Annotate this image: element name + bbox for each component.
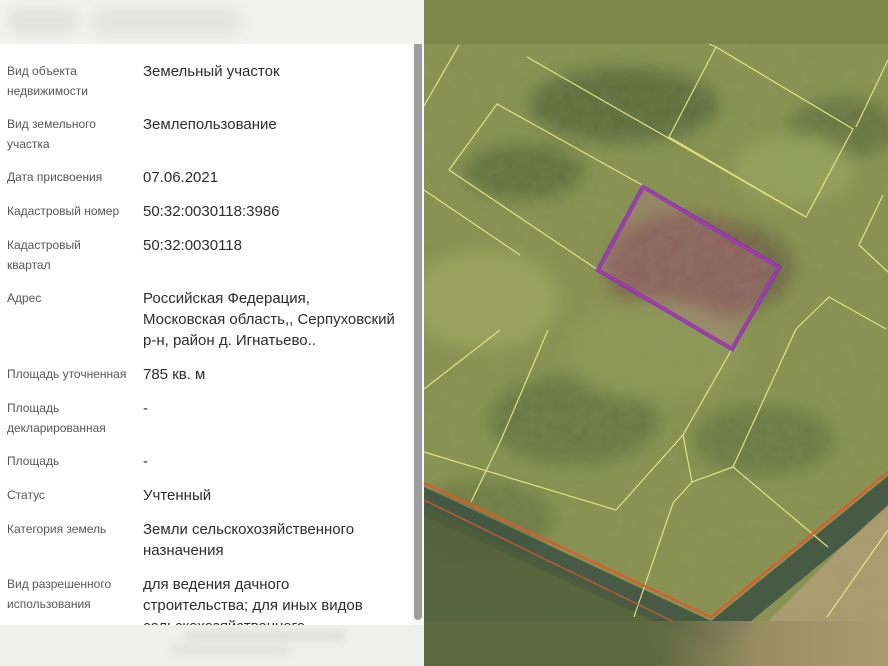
info-row: Адрес Российская Федерация, Московская о…: [7, 288, 412, 351]
parcel-info-panel: Вид объекта недвижимости Земельный участ…: [0, 42, 412, 625]
blurred-ui-element: [185, 631, 345, 641]
blurred-footer-right: [424, 621, 888, 666]
info-row-label: Кадастровый номер: [7, 201, 127, 221]
info-row-value: -: [143, 398, 395, 419]
info-row: Дата присвоения 07.06.2021: [7, 167, 412, 188]
blurred-ui-element: [170, 645, 290, 655]
info-row: Кадастровый квартал 50:32:0030118: [7, 235, 412, 275]
info-row: Площадь уточненная 785 кв. м: [7, 364, 412, 385]
info-row-label: Вид земельного участка: [7, 114, 127, 154]
cadastral-map-app: Вид объекта недвижимости Земельный участ…: [0, 0, 888, 666]
blurred-ui-element: [8, 8, 78, 34]
info-row-value: 50:32:0030118: [143, 235, 395, 256]
info-row-value: 785 кв. м: [143, 364, 395, 385]
info-row: Вид земельного участка Землепользование: [7, 114, 412, 154]
info-row-value: Земли сельскохозяйственного назначения: [143, 519, 395, 561]
info-row-label: Площадь декларированная: [7, 398, 127, 438]
info-row: Кадастровый номер 50:32:0030118:3986: [7, 201, 412, 222]
info-row: Категория земель Земли сельскохозяйствен…: [7, 519, 412, 561]
info-row-value: 07.06.2021: [143, 167, 395, 188]
parcel-info-rows: Вид объекта недвижимости Земельный участ…: [7, 61, 412, 625]
blurred-toolbar-right: [424, 0, 888, 44]
map-canvas[interactable]: [424, 0, 888, 666]
info-row: Статус Учтенный: [7, 485, 412, 506]
info-row-value: Российская Федерация, Московская область…: [143, 288, 395, 351]
info-row-label: Вид объекта недвижимости: [7, 61, 127, 101]
info-row-label: Площадь уточненная: [7, 364, 127, 384]
info-row-label: Вид разрешенного использования: [7, 574, 127, 614]
info-row-value: -: [143, 451, 395, 472]
info-row-label: Кадастровый квартал: [7, 235, 127, 275]
info-row-value: Учтенный: [143, 485, 395, 506]
info-row-value: 50:32:0030118:3986: [143, 201, 395, 222]
blurred-toolbar-left: [0, 0, 424, 44]
panel-scrollbar[interactable]: [412, 42, 424, 625]
blurred-footer-left: [0, 625, 424, 666]
info-row: Вид разрешенного использования для веден…: [7, 574, 412, 625]
info-row: Площадь декларированная -: [7, 398, 412, 438]
info-row: Вид объекта недвижимости Земельный участ…: [7, 61, 412, 101]
info-row-value: для ведения дачного строительства; для и…: [143, 574, 395, 625]
blurred-ui-element: [92, 6, 242, 36]
info-row-label: Категория земель: [7, 519, 127, 539]
info-row-value: Землепользование: [143, 114, 395, 135]
panel-scrollbar-thumb[interactable]: [414, 42, 422, 620]
info-row-label: Статус: [7, 485, 127, 505]
info-row-label: Адрес: [7, 288, 127, 308]
info-row-value: Земельный участок: [143, 61, 395, 82]
info-row-label: Дата присвоения: [7, 167, 127, 187]
info-row: Площадь -: [7, 451, 412, 472]
info-row-label: Площадь: [7, 451, 127, 471]
